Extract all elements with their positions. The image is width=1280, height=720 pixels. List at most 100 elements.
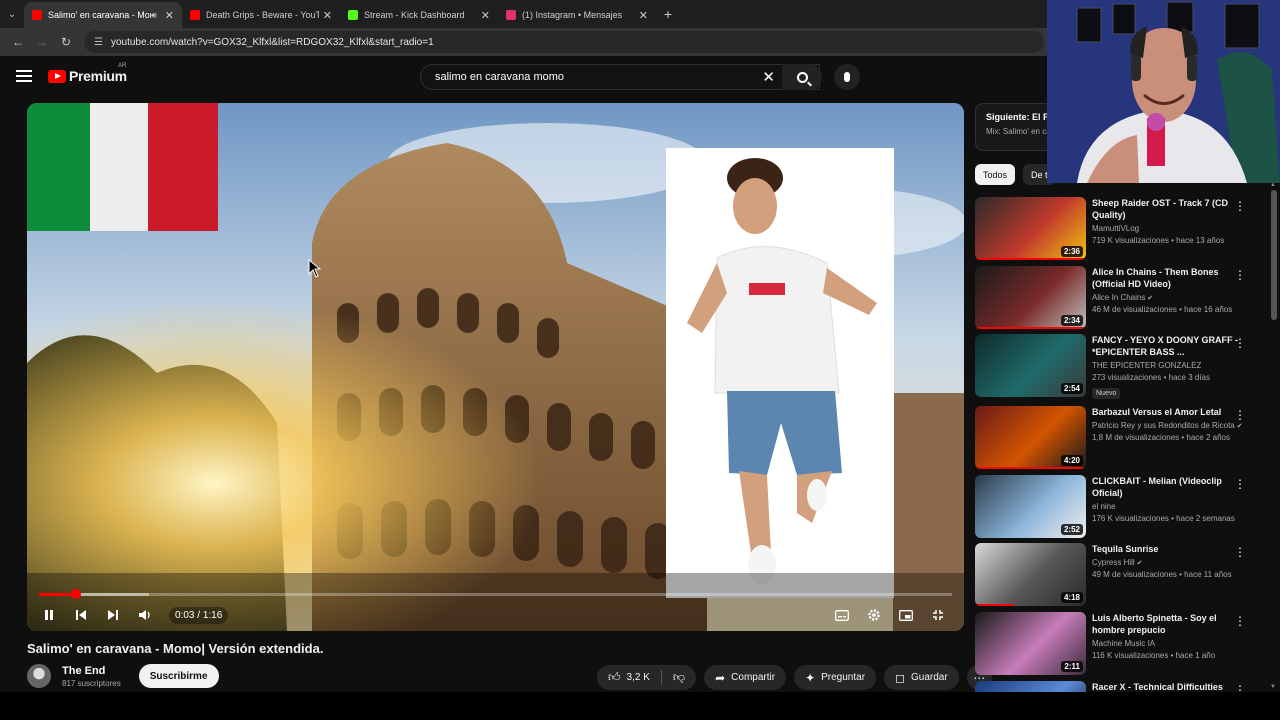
dislike-button[interactable]: 👎︎ [662, 665, 696, 690]
duration-badge: 4:20 [1060, 455, 1083, 466]
ask-button[interactable]: ✦ Preguntar [794, 665, 877, 690]
recommendation-title[interactable]: Alice In Chains - Them Bones (Official H… [1092, 266, 1242, 290]
next-button[interactable] [97, 601, 129, 629]
subtitles-button[interactable] [826, 601, 858, 629]
recommendation-info: FANCY - YEYO X DOONY GRAFF - *EPICENTER … [1092, 334, 1242, 399]
recommendation-title[interactable]: CLICKBAIT - Melian (Videoclip Oficial) [1092, 475, 1242, 499]
voice-search-button[interactable] [834, 64, 860, 90]
recommendation-title[interactable]: FANCY - YEYO X DOONY GRAFF - *EPICENTER … [1092, 334, 1242, 358]
channel-info: The End 817 suscriptores [62, 665, 121, 688]
previous-button[interactable] [65, 601, 97, 629]
time-separator: / [194, 609, 203, 621]
recommendation-item[interactable]: 4:20 Barbazul Versus el Amor Letal Patrici… [975, 406, 1265, 470]
browser-tab[interactable]: Salimo' en caravana - Mom 🔊︎ ✕ [24, 2, 182, 28]
recommendation-item[interactable]: 2:34 Alice In Chains - Them Bones (Offici… [975, 266, 1265, 330]
recommendation-thumbnail[interactable]: 2:54 [975, 334, 1086, 397]
youtube-premium-logo[interactable]: Premium AR [48, 63, 127, 84]
volume-button[interactable] [129, 601, 161, 629]
more-vertical-icon[interactable]: ⋮ [1234, 408, 1246, 422]
recommendation-title[interactable]: Tequila Sunrise [1092, 543, 1242, 555]
video-player[interactable]: 0:03 / 1:16 [27, 103, 964, 631]
logo-text: Premium [69, 68, 127, 84]
share-arrow-icon: ➦ [715, 670, 726, 685]
more-vertical-icon[interactable]: ⋮ [1234, 336, 1246, 350]
sidebar-scrollbar[interactable] [1271, 190, 1277, 320]
volume-icon [139, 610, 150, 620]
recommendation-info: Sheep Raider OST - Track 7 (CD Quality) M… [1092, 197, 1242, 261]
scroll-down-arrow-icon[interactable]: ▼ [1270, 684, 1276, 690]
ask-label: Preguntar [821, 672, 866, 683]
tab-close-icon[interactable]: ✕ [639, 9, 648, 22]
tab-favicon-icon [506, 10, 516, 20]
address-bar[interactable]: ☰ youtube.com/watch?v=GOX32_Klfxl&list=R… [84, 31, 1044, 53]
back-arrow-icon[interactable]: ← [6, 35, 30, 49]
tab-favicon-icon [32, 10, 42, 20]
recommendation-item[interactable]: 4:18 Tequila Sunrise Cypress Hill ✔ 49 M de… [975, 543, 1265, 607]
clear-search-icon[interactable]: ✕ [762, 68, 775, 86]
thumbs-up-icon: 👍︎ [608, 670, 621, 684]
reload-icon[interactable]: ↻ [54, 35, 78, 49]
subscribe-button[interactable]: Suscribirme [138, 664, 219, 688]
streamer-camera-image [1047, 0, 1280, 183]
fullscreen-button[interactable] [922, 601, 954, 629]
more-vertical-icon[interactable]: ⋮ [1234, 268, 1246, 282]
miniplayer-button[interactable] [890, 601, 922, 629]
tab-close-icon[interactable]: ✕ [165, 9, 174, 22]
new-tab-plus-icon[interactable]: + [656, 6, 680, 22]
recommendation-thumbnail[interactable]: 4:20 [975, 406, 1086, 469]
like-button[interactable]: 👍︎ 3,2 K [597, 665, 661, 690]
settings-button[interactable] [858, 601, 890, 629]
browser-tab[interactable]: (1) Instagram • Mensajes ✕ [498, 2, 656, 28]
more-vertical-icon[interactable]: ⋮ [1234, 199, 1246, 213]
recommendation-item[interactable]: 2:54 FANCY - YEYO X DOONY GRAFF - *EPICEN… [975, 334, 1265, 399]
recommendation-channel: el nine [1092, 502, 1242, 511]
recommendation-title[interactable]: Sheep Raider OST - Track 7 (CD Quality) [1092, 197, 1242, 221]
more-vertical-icon[interactable]: ⋮ [1234, 545, 1246, 559]
progress-bar[interactable] [39, 589, 952, 599]
scrubber-handle[interactable] [70, 589, 81, 599]
recommendation-meta: 176 K visualizaciones • hace 2 semanas [1092, 514, 1235, 523]
recommendation-thumbnail[interactable]: 2:34 [975, 266, 1086, 329]
recommendation-item[interactable]: 2:36 Sheep Raider OST - Track 7 (CD Quali… [975, 197, 1265, 261]
more-vertical-icon[interactable]: ⋮ [1234, 614, 1246, 628]
url-text: youtube.com/watch?v=GOX32_Klfxl&list=RDG… [110, 36, 434, 48]
duration-badge: 2:11 [1061, 661, 1083, 672]
recommendation-thumbnail[interactable]: 2:52 [975, 475, 1086, 538]
menu-hamburger-icon[interactable] [16, 70, 32, 82]
filter-chip[interactable]: Todos [975, 164, 1016, 185]
save-button[interactable]: ◻ Guardar [884, 665, 959, 690]
recommendation-thumbnail[interactable]: 4:18 [975, 543, 1086, 606]
pause-button[interactable] [33, 601, 65, 629]
site-info-icon[interactable]: ☰ [94, 37, 103, 48]
forward-arrow-icon[interactable]: → [30, 35, 54, 49]
channel-name[interactable]: The End [62, 665, 121, 677]
video-frame-colosseum [27, 103, 964, 631]
browser-tab[interactable]: Stream - Kick Dashboard ✕ [340, 2, 498, 28]
recommendation-item[interactable]: 2:11 Luis Alberto Spinetta - Soy el hombr… [975, 612, 1265, 676]
recommendation-title[interactable]: Barbazul Versus el Amor Letal [1092, 406, 1242, 418]
browser-tab[interactable]: Death Grips - Beware - YouTub ✕ [182, 2, 340, 28]
thumbs-down-icon: 👎︎ [672, 670, 686, 684]
watch-progress-bar [975, 258, 1086, 260]
more-vertical-icon[interactable]: ⋮ [1234, 477, 1246, 491]
tab-close-icon[interactable]: ✕ [481, 9, 490, 22]
tab-favicon-icon [348, 10, 358, 20]
subtitles-icon [835, 609, 849, 621]
search-button[interactable] [782, 64, 822, 90]
channel-avatar[interactable] [27, 664, 51, 688]
recommendation-channel-name: Machine Music IA [1092, 639, 1156, 648]
video-title: Salimo' en caravana - Momo| Versión exte… [27, 641, 324, 656]
search-input[interactable]: salimo en caravana momo ✕ [420, 64, 820, 90]
time-display: 0:03 / 1:16 [169, 606, 229, 624]
recommendation-item[interactable]: 2:52 CLICKBAIT - Melian (Videoclip Oficia… [975, 475, 1265, 539]
tab-close-icon[interactable]: ✕ [323, 9, 332, 22]
recommendation-info: CLICKBAIT - Melian (Videoclip Oficial) el… [1092, 475, 1242, 539]
share-button[interactable]: ➦ Compartir [704, 665, 787, 690]
recommendation-info: Tequila Sunrise Cypress Hill ✔ 49 M de vis… [1092, 543, 1242, 607]
recommendation-thumbnail[interactable]: 2:36 [975, 197, 1086, 260]
tab-audio-icon[interactable]: 🔊︎ [151, 10, 157, 21]
like-dislike-group: 👍︎ 3,2 K 👎︎ [597, 665, 697, 690]
recommendation-thumbnail[interactable]: 2:11 [975, 612, 1086, 675]
recommendation-title[interactable]: Luis Alberto Spinetta - Soy el hombre pr… [1092, 612, 1242, 636]
tab-search-chevron-icon[interactable]: ⌄ [0, 0, 24, 28]
